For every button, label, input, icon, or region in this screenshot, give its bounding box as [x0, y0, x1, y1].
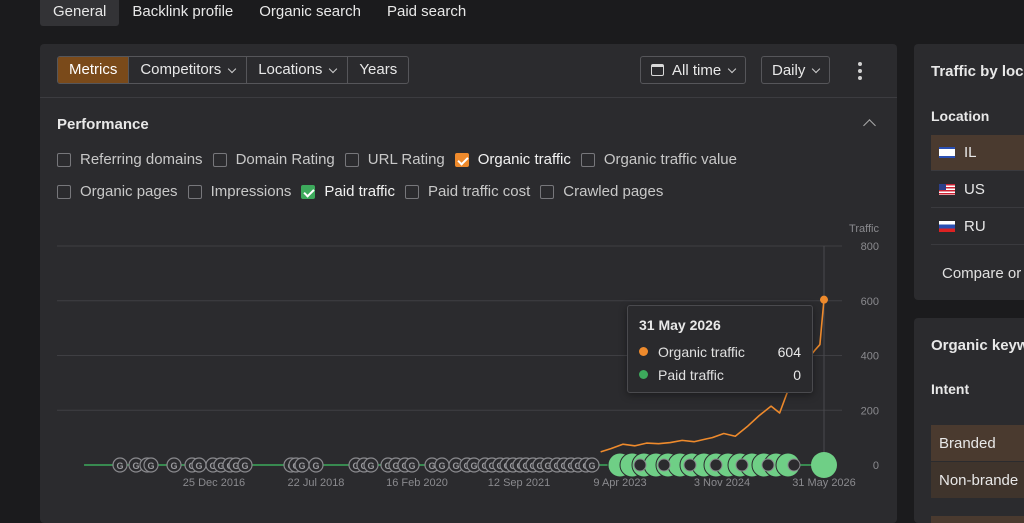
y-tick-label: 0	[873, 460, 879, 472]
organic-keywords-title: Organic keyw	[931, 337, 1024, 354]
y-axis-label: Traffic	[849, 223, 879, 235]
google-icon: G	[452, 461, 459, 471]
compare-link[interactable]: Compare or	[942, 265, 1021, 282]
y-tick-label: 400	[861, 351, 879, 363]
location-row-il[interactable]: IL	[931, 135, 1024, 171]
location-row-ru[interactable]: RU	[931, 209, 1024, 245]
google-icon: G	[132, 461, 139, 471]
tab-organic-search[interactable]: Organic search	[246, 0, 374, 26]
intent-label: Non-brande	[939, 471, 1019, 489]
tooltip-value: 604	[777, 343, 801, 360]
location-column-header: Location	[931, 108, 990, 124]
traffic-by-location-panel: Traffic by loc Location IL US RU Compare…	[914, 44, 1024, 300]
x-tick-label: 16 Feb 2020	[386, 477, 448, 489]
location-label: IL	[964, 144, 977, 161]
tooltip-row-paid: Paid traffic 0	[639, 363, 801, 386]
google-icon: G	[588, 461, 595, 471]
tooltip-row-organic: Organic traffic 604	[639, 340, 801, 363]
location-label: RU	[964, 218, 986, 235]
paid-traffic-marker-last	[811, 452, 837, 478]
tooltip-date: 31 May 2026	[639, 317, 721, 333]
google-icon: G	[241, 461, 248, 471]
tooltip-value: 0	[793, 366, 801, 383]
intent-row-partial	[931, 516, 1024, 523]
intent-column-header: Intent	[931, 381, 970, 397]
location-row-us[interactable]: US	[931, 172, 1024, 208]
intent-label: Branded	[939, 434, 996, 452]
paid-dot	[639, 370, 648, 379]
overview-panel: Metrics Competitors Locations Years All …	[40, 44, 897, 523]
x-tick-label: 22 Jul 2018	[288, 477, 345, 489]
y-tick-label: 600	[861, 296, 879, 308]
intent-row-non-branded[interactable]: Non-brande	[931, 462, 1024, 498]
y-tick-label: 200	[861, 405, 879, 417]
tab-general[interactable]: General	[40, 0, 120, 26]
x-tick-label: 12 Sep 2021	[488, 477, 550, 489]
tooltip-label: Paid traffic	[658, 366, 724, 383]
google-update-marker	[787, 458, 801, 472]
russia-flag-icon	[939, 221, 955, 232]
google-icon: G	[195, 461, 202, 471]
google-icon: G	[147, 461, 154, 471]
chart-tooltip: 31 May 2026 Organic traffic 604 Paid tra…	[627, 305, 813, 393]
organic-dot	[639, 347, 648, 356]
top-tabs: General Backlink profile Organic search …	[40, 0, 479, 28]
x-tick-label: 25 Dec 2016	[183, 477, 245, 489]
tooltip-label: Organic traffic	[658, 343, 745, 360]
tab-backlink-profile[interactable]: Backlink profile	[119, 0, 246, 26]
organic-traffic-point	[820, 295, 828, 304]
x-tick-label: 31 May 2026	[792, 477, 856, 489]
google-icon: G	[438, 461, 445, 471]
google-update-marker	[633, 458, 647, 472]
tab-paid-search[interactable]: Paid search	[374, 0, 479, 26]
traffic-chart: 0 200 400 600 800 Traffic 25 Dec 2016 22 Jul 20…	[57, 223, 879, 489]
google-icon: G	[116, 461, 123, 471]
google-icon: G	[367, 461, 374, 471]
google-update-marker	[761, 458, 775, 472]
organic-keywords-panel: Organic keyw Intent Branded Non-brande	[914, 318, 1024, 523]
traffic-by-location-title: Traffic by loc	[931, 63, 1024, 80]
usa-flag-icon	[939, 184, 955, 195]
google-icon: G	[298, 461, 305, 471]
intent-row-branded[interactable]: Branded	[931, 425, 1024, 461]
google-icon: G	[428, 461, 435, 471]
y-tick-label: 800	[861, 241, 879, 253]
x-tick-label: 9 Apr 2023	[593, 477, 646, 489]
google-icon: G	[470, 461, 477, 471]
x-tick-label: 3 Nov 2024	[694, 477, 750, 489]
israel-flag-icon	[939, 147, 955, 158]
google-icon: G	[170, 461, 177, 471]
google-update-marker	[735, 458, 749, 472]
google-update-marker	[709, 458, 723, 472]
google-update-marker	[683, 458, 697, 472]
google-icon: G	[312, 461, 319, 471]
location-label: US	[964, 181, 985, 198]
google-icon: G	[408, 461, 415, 471]
google-update-marker	[657, 458, 671, 472]
